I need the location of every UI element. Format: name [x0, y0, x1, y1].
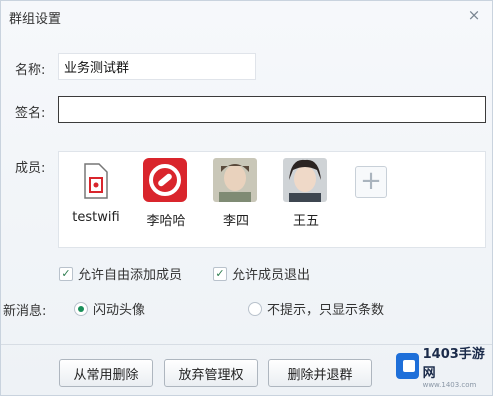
- new-message-label: 新消息:: [3, 304, 47, 319]
- radio-icon: [248, 301, 262, 316]
- title-bar: 群组设置 ×: [1, 1, 492, 31]
- member-lisi[interactable]: 李四: [201, 158, 263, 238]
- window-title: 群组设置: [9, 12, 62, 27]
- watermark: 1403手游网 www.1403.com: [396, 347, 488, 389]
- divider: [1, 344, 492, 345]
- group-name-input[interactable]: [58, 53, 256, 80]
- member-name: testwifi: [72, 210, 120, 225]
- members-label: 成员:: [15, 161, 46, 176]
- no-prompt-radio[interactable]: 不提示，只显示条数: [248, 299, 384, 318]
- signature-label: 签名:: [15, 106, 46, 121]
- name-label: 名称:: [15, 63, 46, 78]
- flash-avatar-radio[interactable]: 闪动头像: [74, 299, 145, 318]
- group-settings-window: 群组设置 × 名称: 签名: 成员: testwifi 李哈哈: [0, 0, 493, 396]
- member-name: 王五: [292, 214, 319, 229]
- checkbox-icon: ✓: [59, 266, 73, 281]
- allow-add-label: 允许自由添加成员: [78, 268, 183, 283]
- members-list: testwifi 李哈哈 李四 王五 +: [58, 151, 486, 248]
- delete-and-exit-group-button[interactable]: 删除并退群: [268, 359, 372, 387]
- remove-from-common-button[interactable]: 从常用删除: [59, 359, 153, 387]
- member-name: 李四: [222, 214, 249, 229]
- member-testwifi[interactable]: testwifi: [61, 158, 123, 238]
- watermark-logo-icon: [396, 353, 419, 379]
- watermark-url: www.1403.com: [422, 381, 477, 389]
- close-icon[interactable]: ×: [464, 5, 484, 25]
- no-prompt-label: 不提示，只显示条数: [267, 303, 385, 318]
- radio-icon: [74, 301, 88, 316]
- avatar-photo: [213, 158, 257, 202]
- member-lihaha[interactable]: 李哈哈: [131, 158, 193, 238]
- link-logo-icon: [143, 158, 187, 202]
- signature-input[interactable]: [58, 96, 486, 123]
- allow-add-checkbox[interactable]: ✓ 允许自由添加成员: [59, 264, 182, 283]
- allow-exit-checkbox[interactable]: ✓ 允许成员退出: [213, 264, 310, 283]
- add-member-button[interactable]: +: [355, 166, 387, 198]
- member-name: 李哈哈: [146, 214, 186, 229]
- avatar-photo: [283, 158, 327, 202]
- watermark-brand: 1403手游网: [422, 347, 485, 381]
- file-icon: [84, 163, 108, 199]
- member-wangwu[interactable]: 王五: [271, 158, 333, 238]
- checkbox-icon: ✓: [213, 266, 227, 281]
- give-up-admin-button[interactable]: 放弃管理权: [164, 359, 258, 387]
- allow-exit-label: 允许成员退出: [232, 268, 311, 283]
- flash-avatar-label: 闪动头像: [93, 303, 146, 318]
